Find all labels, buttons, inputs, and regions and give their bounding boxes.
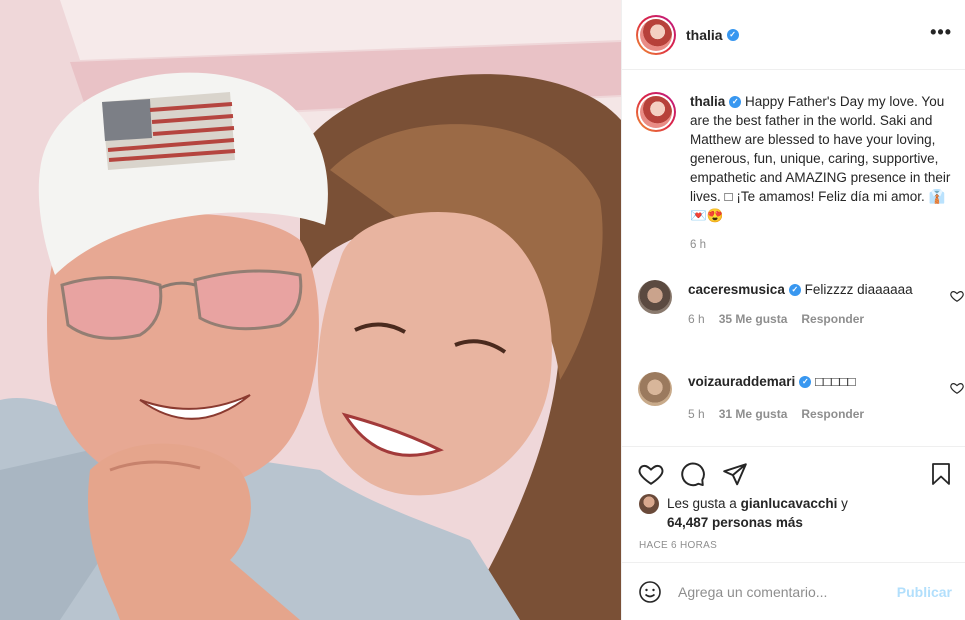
commenter-avatar[interactable]: [638, 372, 672, 406]
publish-button[interactable]: Publicar: [897, 584, 952, 600]
comment-icon[interactable]: [680, 461, 706, 487]
author-avatar[interactable]: [636, 14, 676, 55]
verified-badge-icon: ✓: [799, 376, 812, 389]
commenter-username[interactable]: caceresmusica: [688, 282, 785, 297]
likes-suffix: y: [841, 496, 848, 511]
comment-time[interactable]: 6 h: [688, 310, 705, 329]
post-caption: thalia ✓ Happy Father's Day my love. You …: [636, 92, 956, 255]
bookmark-icon[interactable]: [929, 461, 953, 487]
post-details-panel: thalia ✓ ••• thalia ✓ Happy Father's Day …: [621, 0, 965, 620]
post-image: [0, 0, 621, 620]
likes-count[interactable]: 64,487 personas más: [667, 515, 803, 530]
commenter-avatar[interactable]: [638, 280, 672, 314]
reply-button[interactable]: Responder: [801, 405, 864, 424]
comment-item: voizauraddemari ✓ □□□□□ 5 h 31 Me gusta R…: [638, 372, 964, 424]
post-photo[interactable]: [0, 0, 621, 620]
liker-avatar[interactable]: [639, 494, 659, 514]
comment-like-heart-icon[interactable]: [950, 289, 964, 303]
comment-item: caceresmusica ✓ Felizzzz diaaaaaa 6 h 35 …: [638, 280, 964, 329]
verified-badge-icon: ✓: [726, 28, 739, 41]
more-options-icon[interactable]: •••: [930, 22, 952, 43]
caption-avatar[interactable]: [636, 92, 676, 132]
caption-username[interactable]: thalia: [690, 94, 725, 109]
caption-text: Happy Father's Day my love. You are the …: [690, 94, 951, 223]
verified-badge-icon: ✓: [788, 284, 801, 297]
likes-summary: Les gusta a gianlucavacchi y 64,487 pers…: [639, 494, 848, 532]
author-username[interactable]: thalia: [686, 27, 723, 43]
comment-likes[interactable]: 31 Me gusta: [719, 405, 788, 424]
liker-username[interactable]: gianlucavacchi: [741, 496, 838, 511]
post-header: thalia ✓ •••: [622, 0, 965, 70]
likes-prefix: Les gusta a: [667, 496, 737, 511]
smiley-icon[interactable]: [638, 580, 662, 604]
add-comment-bar: Publicar: [622, 562, 965, 620]
commenter-username[interactable]: voizauraddemari: [688, 374, 795, 389]
verified-badge-icon: ✓: [729, 96, 742, 109]
post-actions-bar: [622, 446, 965, 498]
comment-input[interactable]: [678, 583, 878, 600]
comment-likes[interactable]: 35 Me gusta: [719, 310, 788, 329]
post-timestamp[interactable]: HACE 6 HORAS: [639, 540, 717, 551]
comment-time[interactable]: 5 h: [688, 405, 705, 424]
caption-time[interactable]: 6 h: [690, 236, 952, 255]
comment-text: □□□□□: [815, 374, 856, 389]
comment-text: Felizzzz diaaaaaa: [804, 282, 913, 297]
comment-like-heart-icon[interactable]: [950, 381, 964, 395]
paper-plane-icon[interactable]: [722, 461, 748, 487]
heart-icon[interactable]: [638, 461, 664, 487]
reply-button[interactable]: Responder: [801, 310, 864, 329]
